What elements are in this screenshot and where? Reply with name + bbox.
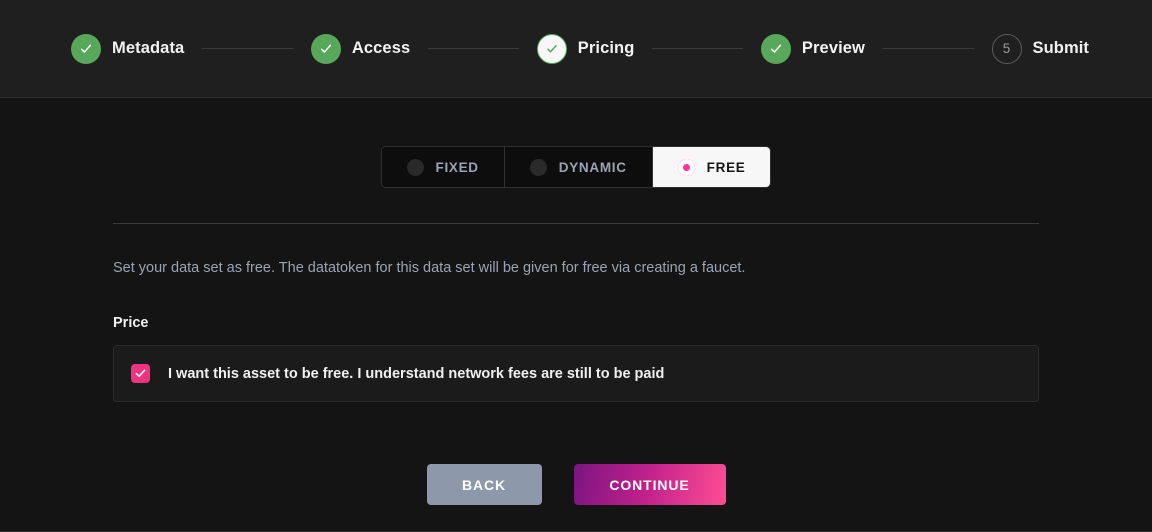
wizard-step-label-pricing: Pricing [577, 39, 635, 57]
radio-selected-icon [677, 158, 695, 176]
pricing-description: Set your data set as free. The datatoken… [113, 260, 746, 276]
step-status-circle-submit: 5 [991, 33, 1022, 64]
form-actions: BACK CONTINUE [113, 464, 1039, 506]
tab-dynamic[interactable]: DYNAMIC [504, 147, 653, 187]
step-status-circle-pricing [536, 33, 567, 64]
radio-icon [406, 158, 424, 176]
tab-label-dynamic: DYNAMIC [558, 159, 627, 175]
tab-fixed[interactable]: FIXED [381, 147, 505, 187]
wizard-step-label-metadata: Metadata [112, 39, 185, 57]
radio-icon [529, 158, 547, 176]
step-connector-2 [428, 48, 519, 49]
wizard-steps: Metadata Access Pricing Preview 5 Submit [63, 33, 1090, 64]
pricing-step-page: Metadata Access Pricing Preview 5 Submit… [0, 0, 1152, 532]
pricing-type-selector: FIXED DYNAMIC FREE [113, 146, 1039, 188]
pricing-form: FIXED DYNAMIC FREE Set your data set as … [113, 98, 1039, 506]
step-status-circle-access [310, 33, 341, 64]
wizard-step-metadata[interactable]: Metadata [71, 33, 185, 64]
step-status-circle-metadata [71, 33, 101, 64]
step-connector-3 [652, 48, 743, 49]
step-connector-4 [883, 48, 974, 49]
pricing-content: FIXED DYNAMIC FREE Set your data set as … [0, 98, 1152, 532]
tab-label-fixed: FIXED [435, 159, 479, 175]
back-button[interactable]: BACK [426, 464, 542, 506]
tab-free[interactable]: FREE [652, 147, 771, 187]
wizard-step-access[interactable]: Access [310, 33, 411, 64]
wizard-step-preview[interactable]: Preview [760, 33, 865, 64]
wizard-step-label-access: Access [351, 39, 411, 57]
continue-button[interactable]: CONTINUE [573, 464, 726, 506]
tab-label-free: FREE [706, 159, 746, 175]
checkbox-checked-icon[interactable] [131, 364, 150, 384]
step-connector-1 [202, 48, 293, 49]
check-icon [546, 44, 557, 53]
price-field-label: Price [113, 315, 149, 332]
pricing-tabs: FIXED DYNAMIC FREE [380, 146, 772, 188]
check-icon [80, 44, 92, 53]
wizard-step-pricing[interactable]: Pricing [536, 33, 635, 64]
wizard-step-label-preview: Preview [801, 39, 865, 57]
check-icon [320, 44, 331, 53]
free-asset-checkbox-row[interactable]: I want this asset to be free. I understa… [113, 345, 1039, 403]
wizard-step-submit[interactable]: 5 Submit [991, 33, 1090, 64]
free-asset-checkbox-label: I want this asset to be free. I understa… [168, 365, 665, 382]
step-status-circle-preview [760, 33, 791, 64]
check-icon [770, 44, 782, 53]
check-icon [135, 369, 146, 378]
section-divider [113, 223, 1039, 224]
wizard-progress-bar: Metadata Access Pricing Preview 5 Submit [0, 0, 1152, 98]
wizard-step-label-submit: Submit [1032, 39, 1090, 57]
